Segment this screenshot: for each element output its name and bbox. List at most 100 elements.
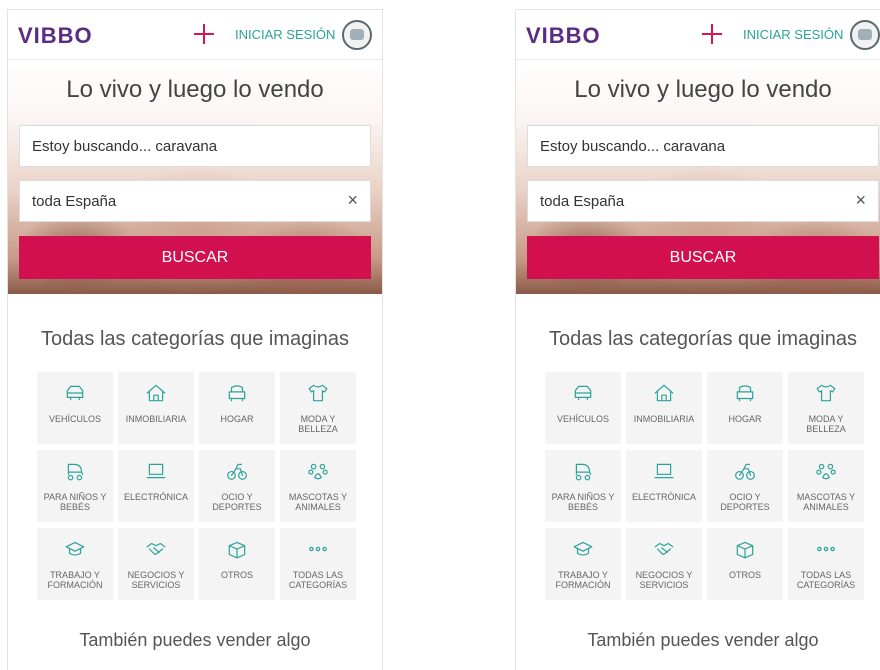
location-value: toda España [32, 193, 117, 210]
category-label: TRABAJO Y FORMACIÓN [47, 570, 103, 590]
plus-icon[interactable] [194, 24, 214, 44]
category-label: HOGAR [728, 414, 762, 424]
hero-title: Lo vivo y luego lo vendo [574, 76, 832, 103]
handshake-icon [118, 538, 194, 560]
category-tile[interactable]: ELECTRÓNICA [118, 450, 194, 522]
tshirt-icon [788, 382, 864, 404]
category-label: INMOBILIARIA [633, 414, 695, 424]
category-tile[interactable]: INMOBILIARIA [118, 372, 194, 444]
logo-text: VIBBO [18, 23, 93, 48]
location-field[interactable]: toda España × [527, 180, 879, 222]
category-label: MODA Y BELLEZA [806, 414, 846, 434]
plus-icon[interactable] [702, 24, 722, 44]
car-icon [545, 382, 621, 404]
category-tile[interactable]: TRABAJO Y FORMACIÓN [37, 528, 113, 600]
phone-screen-right: VIBBO INICIAR SESIÓN Lo vivo y luego lo … [516, 10, 880, 670]
category-label: TODAS LAS CATEGORÍAS [796, 570, 856, 590]
category-label: NEGOCIOS Y SERVICIOS [635, 570, 693, 590]
stroller-icon [37, 460, 113, 482]
category-tile[interactable]: OTROS [199, 528, 275, 600]
category-tile[interactable]: PARA NIÑOS Y BEBÉS [545, 450, 621, 522]
category-tile[interactable]: PARA NIÑOS Y BEBÉS [37, 450, 113, 522]
tshirt-icon [280, 382, 356, 404]
hero-title: Lo vivo y luego lo vendo [66, 76, 324, 103]
sell-title: También puedes vender algo [79, 630, 311, 650]
category-tile[interactable]: MODA Y BELLEZA [280, 372, 356, 444]
category-label: PARA NIÑOS Y BEBÉS [551, 492, 615, 512]
handshake-icon [626, 538, 702, 560]
category-tile[interactable]: OTROS [707, 528, 783, 600]
more-dots-icon [788, 538, 864, 560]
category-tile[interactable]: VEHÍCULOS [545, 372, 621, 444]
categories-title: Todas las categorías que imaginas [549, 328, 857, 350]
laptop-icon [118, 460, 194, 482]
close-icon[interactable]: × [347, 190, 358, 211]
vibbo-logo[interactable]: VIBBO [526, 22, 601, 50]
category-tile[interactable]: NEGOCIOS Y SERVICIOS [118, 528, 194, 600]
house-icon [118, 382, 194, 404]
category-tile[interactable]: MASCOTAS Y ANIMALES [280, 450, 356, 522]
category-tile[interactable]: MASCOTAS Y ANIMALES [788, 450, 864, 522]
paw-icon [280, 460, 356, 482]
location-value: toda España [540, 193, 625, 210]
category-label: PARA NIÑOS Y BEBÉS [43, 492, 107, 512]
logo-text: VIBBO [526, 23, 601, 48]
category-tile[interactable]: TODAS LAS CATEGORÍAS [788, 528, 864, 600]
category-tile[interactable]: OCIO Y DEPORTES [199, 450, 275, 522]
search-button[interactable]: BUSCAR [527, 236, 879, 279]
category-label: MASCOTAS Y ANIMALES [288, 492, 348, 512]
category-label: VEHÍCULOS [556, 414, 609, 424]
top-bar: VIBBO INICIAR SESIÓN [8, 10, 382, 60]
house-icon [626, 382, 702, 404]
laptop-icon [626, 460, 702, 482]
close-icon[interactable]: × [855, 190, 866, 211]
location-field[interactable]: toda España × [19, 180, 371, 222]
category-tile[interactable]: HOGAR [199, 372, 275, 444]
bicycle-icon [199, 460, 275, 482]
armchair-icon [707, 382, 783, 404]
sell-title: También puedes vender algo [587, 630, 819, 650]
armchair-icon [199, 382, 275, 404]
categories-title: Todas las categorías que imaginas [41, 328, 349, 350]
paw-icon [788, 460, 864, 482]
search-button[interactable]: BUSCAR [19, 236, 371, 279]
bicycle-icon [707, 460, 783, 482]
avatar[interactable] [850, 20, 880, 50]
category-label: ELECTRÓNICA [631, 492, 696, 502]
category-label: NEGOCIOS Y SERVICIOS [127, 570, 185, 590]
graduation-cap-icon [37, 538, 113, 560]
search-input[interactable]: Estoy buscando... caravana [527, 125, 879, 167]
category-label: OCIO Y DEPORTES [212, 492, 262, 512]
more-dots-icon [280, 538, 356, 560]
category-label: OCIO Y DEPORTES [720, 492, 770, 512]
category-label: OTROS [220, 570, 253, 580]
category-tile[interactable]: TRABAJO Y FORMACIÓN [545, 528, 621, 600]
category-tile[interactable]: HOGAR [707, 372, 783, 444]
category-tile[interactable]: NEGOCIOS Y SERVICIOS [626, 528, 702, 600]
login-link[interactable]: INICIAR SESIÓN [235, 27, 335, 42]
box-icon [199, 538, 275, 560]
category-label: INMOBILIARIA [125, 414, 187, 424]
vibbo-logo[interactable]: VIBBO [18, 22, 93, 50]
category-label: ELECTRÓNICA [123, 492, 188, 502]
phone-screen-left: VIBBO INICIAR SESIÓN Lo vivo y luego lo … [8, 10, 382, 670]
avatar[interactable] [342, 20, 372, 50]
category-label: TRABAJO Y FORMACIÓN [555, 570, 611, 590]
category-tile[interactable]: INMOBILIARIA [626, 372, 702, 444]
stroller-icon [545, 460, 621, 482]
box-icon [707, 538, 783, 560]
category-tile[interactable]: VEHÍCULOS [37, 372, 113, 444]
category-tile[interactable]: TODAS LAS CATEGORÍAS [280, 528, 356, 600]
category-label: OTROS [728, 570, 761, 580]
login-link[interactable]: INICIAR SESIÓN [743, 27, 843, 42]
category-label: MASCOTAS Y ANIMALES [796, 492, 856, 512]
hero-banner: Lo vivo y luego lo vendo Estoy buscando.… [516, 60, 880, 294]
search-input[interactable]: Estoy buscando... caravana [19, 125, 371, 167]
category-tile[interactable]: MODA Y BELLEZA [788, 372, 864, 444]
graduation-cap-icon [545, 538, 621, 560]
category-label: VEHÍCULOS [48, 414, 101, 424]
car-icon [37, 382, 113, 404]
category-tile[interactable]: OCIO Y DEPORTES [707, 450, 783, 522]
category-label: HOGAR [220, 414, 254, 424]
category-tile[interactable]: ELECTRÓNICA [626, 450, 702, 522]
